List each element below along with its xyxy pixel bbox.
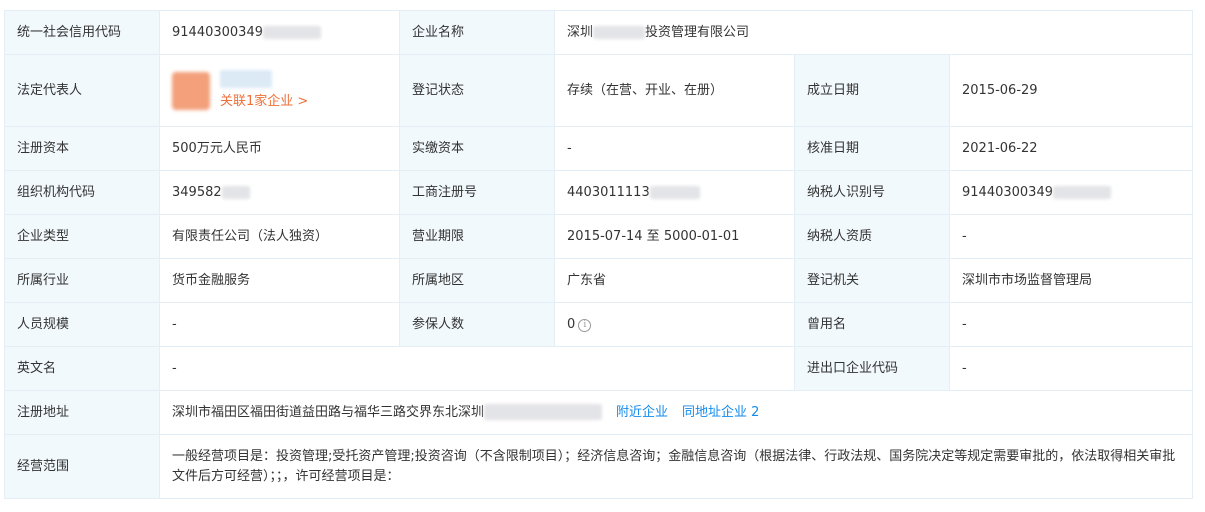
established-label: 成立日期 bbox=[794, 54, 950, 127]
credit-code-text[interactable]: 91440300349 bbox=[172, 25, 263, 40]
taxpayer-id-value: 91440300349 bbox=[948, 170, 1194, 215]
business-term-value: 2015-07-14 至 5000-01-01 bbox=[554, 214, 795, 259]
legal-rep-label: 法定代表人 bbox=[4, 54, 160, 127]
table-row: 经营范围 一般经营项目是：投资管理;受托资产管理;投资咨询（不含限制项目）；经济… bbox=[4, 434, 1194, 499]
industry-value: 货币金融服务 bbox=[159, 258, 400, 303]
company-name-label: 企业名称 bbox=[399, 10, 555, 55]
former-name-label: 曾用名 bbox=[794, 302, 950, 347]
english-name-label: 英文名 bbox=[4, 346, 160, 391]
table-row: 所属行业 货币金融服务 所属地区 广东省 登记机关 深圳市市场监督管理局 bbox=[4, 258, 1194, 303]
same-address-companies-link[interactable]: 同地址企业 2 bbox=[682, 405, 759, 420]
reg-status-value: 存续（在营、开业、在册） bbox=[554, 54, 795, 127]
reg-address-label: 注册地址 bbox=[4, 390, 160, 435]
taxpayer-id-label: 纳税人识别号 bbox=[794, 170, 950, 215]
staff-size-label: 人员规模 bbox=[4, 302, 160, 347]
region-value: 广东省 bbox=[554, 258, 795, 303]
legal-rep-name-redacted[interactable] bbox=[220, 69, 272, 88]
former-name-value: - bbox=[948, 302, 1194, 347]
business-reg-no-value: 4403011113 bbox=[554, 170, 795, 215]
table-row: 英文名 - 进出口企业代码 - bbox=[4, 346, 1194, 391]
taxpayer-qual-value: - bbox=[948, 214, 1194, 259]
redacted-mask bbox=[649, 185, 700, 199]
company-name-prefix: 深圳 bbox=[567, 24, 594, 40]
staff-size-value: - bbox=[159, 302, 400, 347]
redacted-mask bbox=[593, 25, 646, 39]
company-info-table: 统一社会信用代码 91440300349 企业名称 深圳 投资管理有限公司 法定代… bbox=[4, 10, 1194, 499]
table-row: 企业类型 有限责任公司（法人独资） 营业期限 2015-07-14 至 5000… bbox=[4, 214, 1194, 259]
org-code-text[interactable]: 349582 bbox=[172, 185, 222, 200]
reg-authority-label: 登记机关 bbox=[794, 258, 950, 303]
paid-capital-value: - bbox=[554, 126, 795, 171]
taxpayer-qual-label: 纳税人资质 bbox=[794, 214, 950, 259]
insured-count-value: 0i bbox=[554, 302, 795, 347]
avatar[interactable] bbox=[172, 71, 210, 110]
import-export-code-label: 进出口企业代码 bbox=[794, 346, 950, 391]
business-scope-value: 一般经营项目是：投资管理;受托资产管理;投资咨询（不含限制项目）；经济信息咨询；… bbox=[158, 434, 1194, 499]
legal-rep-value: 关联1家企业 > bbox=[159, 54, 400, 127]
table-row: 注册资本 500万元人民币 实缴资本 - 核准日期 2021-06-22 bbox=[4, 126, 1194, 171]
business-reg-no-label: 工商注册号 bbox=[399, 170, 555, 215]
company-type-label: 企业类型 bbox=[4, 214, 160, 259]
approved-date-value: 2021-06-22 bbox=[948, 126, 1194, 171]
nearby-companies-link[interactable]: 附近企业 bbox=[616, 405, 668, 420]
redacted-mask bbox=[262, 25, 321, 39]
table-row: 人员规模 - 参保人数 0i 曾用名 - bbox=[4, 302, 1194, 347]
related-companies-link[interactable]: 关联1家企业 > bbox=[220, 92, 308, 112]
redacted-mask bbox=[1052, 185, 1111, 199]
table-row: 法定代表人 关联1家企业 > 登记状态 存续（在营、开业、在册） 成立日期 20… bbox=[4, 54, 1194, 127]
reg-capital-label: 注册资本 bbox=[4, 126, 160, 171]
redacted-mask bbox=[484, 404, 603, 420]
reg-address-text[interactable]: 深圳市福田区福田街道益田路与福华三路交界东北深圳 bbox=[172, 405, 484, 420]
established-value: 2015-06-29 bbox=[948, 54, 1194, 127]
info-icon[interactable]: i bbox=[578, 318, 592, 332]
english-name-value: - bbox=[159, 346, 795, 391]
company-name-value: 深圳 投资管理有限公司 bbox=[553, 10, 1194, 55]
reg-capital-value: 500万元人民币 bbox=[159, 126, 400, 171]
table-row: 组织机构代码 349582 工商注册号 4403011113 纳税人识别号 91… bbox=[4, 170, 1194, 215]
company-info-panel: 统一社会信用代码 91440300349 企业名称 深圳 投资管理有限公司 法定代… bbox=[4, 10, 1194, 499]
company-type-value: 有限责任公司（法人独资） bbox=[159, 214, 400, 259]
reg-address-value: 深圳市福田区福田街道益田路与福华三路交界东北深圳 附近企业 同地址企业 2 bbox=[158, 390, 1194, 435]
company-name-suffix: 投资管理有限公司 bbox=[645, 24, 750, 40]
reg-status-label: 登记状态 bbox=[399, 54, 555, 127]
business-scope-label: 经营范围 bbox=[4, 434, 160, 499]
reg-authority-value: 深圳市市场监督管理局 bbox=[948, 258, 1194, 303]
org-code-label: 组织机构代码 bbox=[4, 170, 160, 215]
approved-date-label: 核准日期 bbox=[794, 126, 950, 171]
business-term-label: 营业期限 bbox=[399, 214, 555, 259]
table-row: 注册地址 深圳市福田区福田街道益田路与福华三路交界东北深圳 附近企业 同地址企业 2 bbox=[4, 390, 1194, 435]
business-reg-no-text[interactable]: 4403011113 bbox=[567, 185, 650, 200]
import-export-code-value: - bbox=[948, 346, 1194, 391]
redacted-mask bbox=[221, 185, 250, 199]
org-code-value: 349582 bbox=[159, 170, 400, 215]
table-row: 统一社会信用代码 91440300349 企业名称 深圳 投资管理有限公司 bbox=[4, 10, 1194, 55]
industry-label: 所属行业 bbox=[4, 258, 160, 303]
insured-count-label: 参保人数 bbox=[399, 302, 555, 347]
region-label: 所属地区 bbox=[399, 258, 555, 303]
credit-code-label: 统一社会信用代码 bbox=[4, 10, 160, 55]
credit-code-value: 91440300349 bbox=[159, 10, 400, 55]
taxpayer-id-text[interactable]: 91440300349 bbox=[962, 185, 1053, 200]
insured-count-text: 0 bbox=[567, 316, 576, 332]
paid-capital-label: 实缴资本 bbox=[399, 126, 555, 171]
